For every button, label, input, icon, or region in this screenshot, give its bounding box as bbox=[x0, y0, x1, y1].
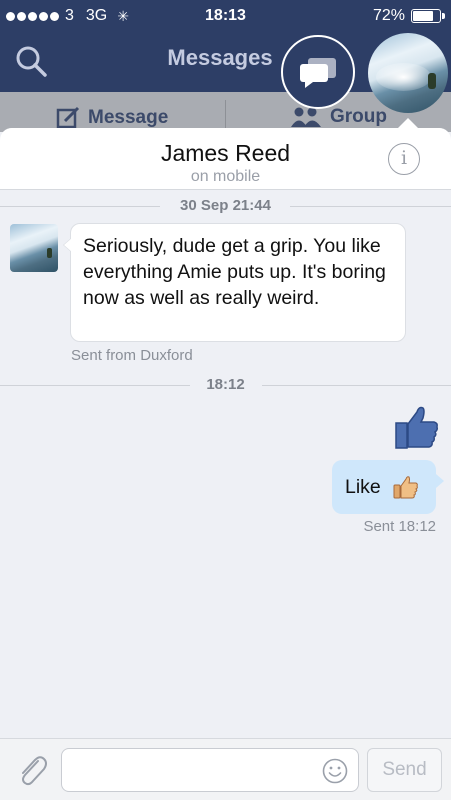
messages-chat-head[interactable] bbox=[281, 35, 355, 109]
battery-icon bbox=[411, 9, 445, 23]
battery-group: 72% bbox=[372, 7, 445, 25]
new-group-button[interactable]: Group bbox=[290, 106, 387, 128]
search-button[interactable] bbox=[14, 44, 50, 80]
new-message-button[interactable]: Message bbox=[56, 106, 168, 130]
message-input[interactable] bbox=[61, 748, 359, 792]
separator-line bbox=[290, 206, 451, 207]
battery-percent: 72% bbox=[372, 7, 405, 24]
send-button[interactable]: Send bbox=[367, 748, 442, 792]
chat-bubbles-icon bbox=[300, 58, 336, 88]
avatar-photo-splash bbox=[376, 63, 431, 91]
toolbar-divider bbox=[225, 100, 226, 130]
contact-status: on mobile bbox=[190, 168, 261, 185]
like-icon bbox=[395, 406, 438, 449]
contact-chat-head[interactable] bbox=[368, 33, 448, 113]
contact-name: James Reed bbox=[160, 140, 291, 166]
sender-avatar[interactable] bbox=[10, 224, 58, 272]
date-separator: 30 Sep 21:44 bbox=[0, 196, 451, 216]
info-icon: i bbox=[400, 147, 408, 169]
message-text: Seriously, dude get a grip. You like eve… bbox=[83, 235, 386, 309]
message-timestamp: Sent 18:12 bbox=[363, 518, 436, 535]
smiley-icon bbox=[322, 758, 348, 784]
attach-button[interactable] bbox=[16, 753, 48, 787]
date-separator: 18:12 bbox=[0, 375, 451, 395]
search-icon bbox=[16, 46, 47, 77]
separator-line bbox=[262, 385, 451, 386]
new-message-label: Message bbox=[88, 107, 169, 128]
group-icon bbox=[291, 107, 321, 127]
paperclip-icon bbox=[22, 756, 47, 786]
composer-bar: Send bbox=[0, 738, 451, 800]
outgoing-message-bubble[interactable]: Like bbox=[332, 460, 444, 514]
like-sticker[interactable] bbox=[394, 404, 440, 450]
avatar-photo-figure bbox=[428, 73, 436, 89]
incoming-message-bubble[interactable]: Seriously, dude get a grip. You like eve… bbox=[63, 223, 406, 342]
thumbs-up-emoji-icon bbox=[393, 476, 418, 499]
message-location: Sent from Duxford bbox=[71, 347, 193, 364]
emoji-button[interactable] bbox=[322, 758, 348, 784]
compose-icon bbox=[56, 106, 80, 129]
conversation-header: James Reed on mobile i bbox=[0, 128, 451, 190]
conversation-card: James Reed on mobile i 30 Sep 21:44 Seri… bbox=[0, 128, 451, 800]
message-text: Like bbox=[345, 475, 381, 498]
new-group-label: Group bbox=[330, 106, 387, 127]
info-button[interactable]: i bbox=[388, 143, 420, 175]
avatar-photo-figure bbox=[47, 248, 52, 258]
card-pointer bbox=[397, 118, 419, 129]
status-bar: 3 3G ✳ 18:13 72% bbox=[0, 0, 451, 34]
